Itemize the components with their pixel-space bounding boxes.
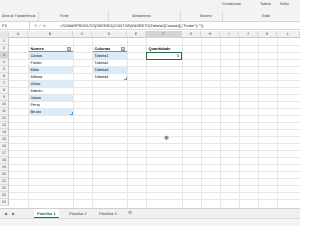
table-cell[interactable]: Milena <box>29 73 73 80</box>
row-header[interactable]: 7 <box>0 80 9 87</box>
row-header[interactable]: 13 <box>0 122 9 129</box>
sheet-tab-active[interactable]: Planilha 1 <box>34 209 59 218</box>
name-box[interactable]: F3 <box>0 22 30 30</box>
table-cell[interactable]: Foxter <box>29 59 73 66</box>
row-header[interactable]: 2 <box>0 45 9 52</box>
ribbon-group-alignment: Alinhamento <box>132 14 151 18</box>
column-header[interactable]: L <box>277 31 300 38</box>
table-resize-handle[interactable] <box>124 77 127 80</box>
ribbon-group-clipboard: Área de Transferência <box>2 14 36 18</box>
column-header[interactable]: H <box>201 31 220 38</box>
table-cell[interactable]: Tabela4 <box>93 73 127 80</box>
conditional-format-button[interactable]: Condicional <box>222 2 241 6</box>
row-header[interactable]: 20 <box>0 171 9 178</box>
row-header[interactable]: 18 <box>0 157 9 164</box>
table-cell[interactable]: Tabela1 <box>93 52 127 59</box>
sheet-tab[interactable]: Planilha 3 <box>96 209 120 218</box>
prev-sheet-icon[interactable]: ◀ <box>4 209 7 218</box>
add-sheet-icon[interactable]: ⊕ <box>128 209 132 218</box>
status-bar <box>0 218 300 226</box>
row-header[interactable]: 10 <box>0 101 9 108</box>
mouse-cursor-icon: ✥ <box>164 136 170 142</box>
table-cell[interactable]: Tabela3 <box>93 66 127 73</box>
row-header[interactable]: 1 <box>0 38 9 45</box>
table-cell[interactable]: Márcio <box>29 87 73 94</box>
table-resize-handle[interactable] <box>70 112 73 115</box>
column-header[interactable]: A <box>9 31 28 38</box>
confirm-icon[interactable]: ✓ <box>38 23 41 28</box>
column-headers: A B C D E F G H I J K L <box>0 31 300 38</box>
select-all-corner[interactable] <box>0 31 9 38</box>
filter-dropdown-icon[interactable]: ▾ <box>67 46 71 51</box>
row-header[interactable]: 12 <box>0 115 9 122</box>
column-header[interactable]: K <box>258 31 277 38</box>
ribbon-group-number: Número <box>200 14 213 18</box>
row-header[interactable]: 11 <box>0 108 9 115</box>
table-cell[interactable]: Tabela2 <box>93 59 127 66</box>
table-format-button[interactable]: Tabela <box>260 2 271 6</box>
row-header[interactable]: 6 <box>0 73 9 80</box>
function-icon[interactable]: fx <box>43 23 46 28</box>
next-sheet-icon[interactable]: ▶ <box>12 209 15 218</box>
colunas-header-label: Colunas <box>94 46 111 51</box>
row-header[interactable]: 15 <box>0 136 9 143</box>
filter-dropdown-icon[interactable]: ▾ <box>121 46 125 51</box>
row-header[interactable]: 21 <box>0 178 9 185</box>
table-cell[interactable]: Victor <box>29 80 73 87</box>
column-header-selected[interactable]: F <box>146 31 182 38</box>
colunas-header[interactable]: Colunas ▾ <box>93 45 127 52</box>
cell-style-button[interactable]: Estilo <box>280 2 289 6</box>
row-header[interactable]: 22 <box>0 185 9 192</box>
formula-input[interactable]: =SOMARPRODUTO(SEERRO(CONT.SE(INDIRETO(Ta… <box>60 22 204 30</box>
table-cell[interactable]: Perry <box>29 101 73 108</box>
row-header-selected[interactable]: 3 <box>0 52 9 59</box>
column-header[interactable]: D <box>92 31 127 38</box>
ribbon-group-font: Fonte <box>60 14 69 18</box>
nomes-header-label: Nomes <box>30 46 44 51</box>
row-header[interactable]: 17 <box>0 150 9 157</box>
row-header[interactable]: 4 <box>0 59 9 66</box>
formula-bar: F3 ✕ ✓ fx =SOMARPRODUTO(SEERRO(CONT.SE(I… <box>0 22 300 30</box>
column-header[interactable]: B <box>28 31 73 38</box>
column-header[interactable]: G <box>182 31 201 38</box>
sheet-tab[interactable]: Planilha 2 <box>66 209 90 218</box>
sheet-tab-bar: ◀ ▶ Planilha 1 Planilha 2 Planilha 3 ⊕ <box>0 208 300 218</box>
row-header[interactable]: 5 <box>0 66 9 73</box>
column-header[interactable]: C <box>73 31 92 38</box>
ribbon-group-style: Estilo <box>262 14 271 18</box>
row-header[interactable]: 16 <box>0 143 9 150</box>
table-cell[interactable]: Jason <box>29 94 73 101</box>
formula-icons: ✕ ✓ fx <box>34 22 46 30</box>
column-header[interactable]: E <box>127 31 146 38</box>
active-cell-border <box>146 51 182 60</box>
row-header[interactable]: 23 <box>0 192 9 199</box>
column-header[interactable]: I <box>220 31 239 38</box>
table-cell[interactable]: Mike <box>29 66 73 73</box>
nomes-header[interactable]: Nomes ▾ <box>29 45 73 52</box>
table-cell[interactable]: Bruno <box>29 108 73 115</box>
column-header[interactable]: J <box>239 31 258 38</box>
row-header[interactable]: 19 <box>0 164 9 171</box>
table-cell[interactable]: Carlos <box>29 52 73 59</box>
ribbon: Condicional Tabela Estilo Área de Transf… <box>0 0 300 22</box>
row-header[interactable]: 24 <box>0 199 9 206</box>
row-header[interactable]: 14 <box>0 129 9 136</box>
row-header[interactable]: 9 <box>0 94 9 101</box>
cancel-icon[interactable]: ✕ <box>34 23 37 28</box>
row-header[interactable]: 8 <box>0 87 9 94</box>
